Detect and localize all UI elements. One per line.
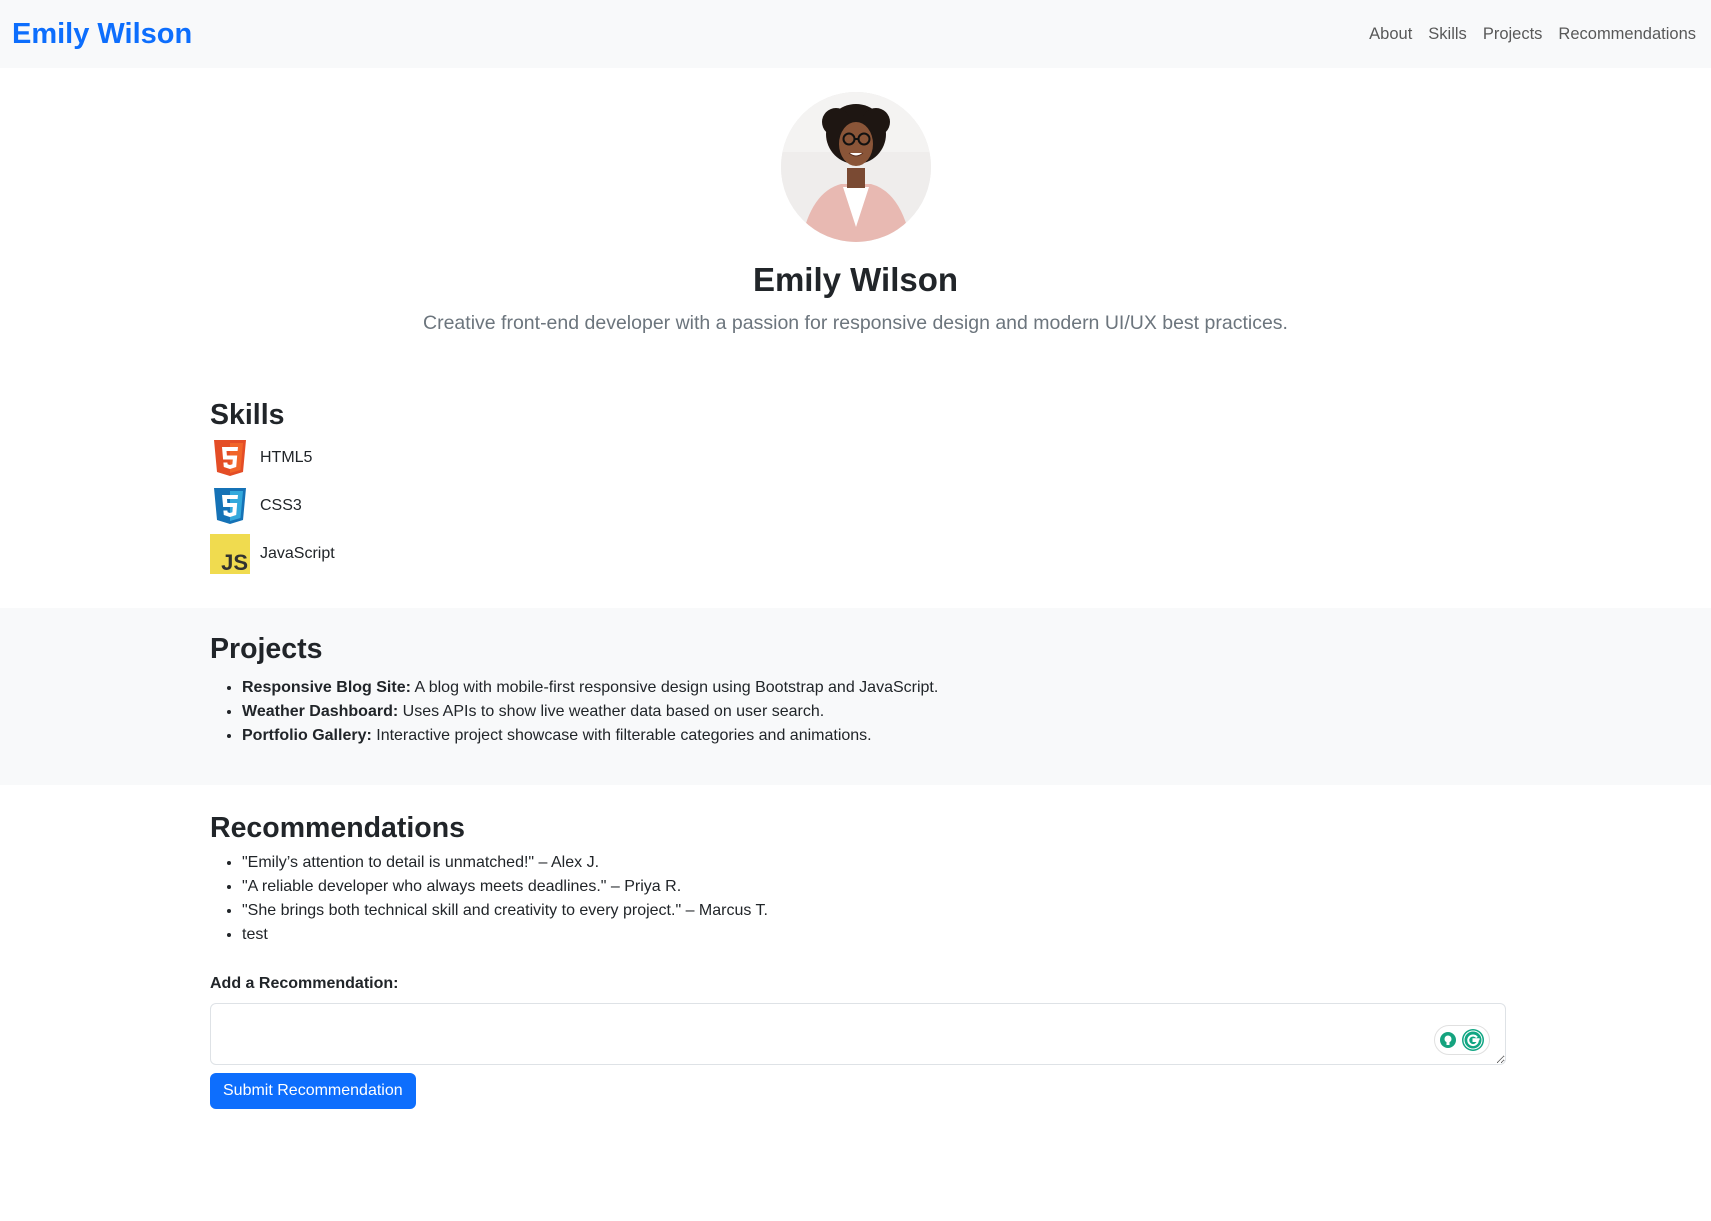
project-title: Portfolio Gallery: <box>242 727 372 745</box>
nav-link-projects[interactable]: Projects <box>1483 25 1543 44</box>
svg-text:JS: JS <box>221 550 248 574</box>
project-desc: A blog with mobile-first responsive desi… <box>410 679 939 697</box>
project-title: Weather Dashboard: <box>242 703 399 721</box>
about-section: Emily Wilson Creative front-end develope… <box>0 92 1711 335</box>
list-item: "She brings both technical skill and cre… <box>242 899 1506 923</box>
project-desc: Uses APIs to show live weather data base… <box>398 703 825 721</box>
css3-icon <box>214 488 246 525</box>
projects-list: Responsive Blog Site: A blog with mobile… <box>210 676 1506 748</box>
project-title: Responsive Blog Site: <box>242 679 411 697</box>
skill-label: HTML5 <box>260 449 313 467</box>
nav-link-skills[interactable]: Skills <box>1428 25 1467 44</box>
skill-label: JavaScript <box>260 545 335 563</box>
projects-section: Projects Responsive Blog Site: A blog wi… <box>210 632 1506 748</box>
skills-heading: Skills <box>210 399 285 431</box>
list-item: Portfolio Gallery: Interactive project s… <box>242 724 1506 748</box>
skill-item-html5: HTML5 <box>210 434 1506 482</box>
list-item: test <box>242 923 1506 947</box>
html5-icon <box>214 440 246 477</box>
projects-heading: Projects <box>210 633 323 665</box>
recommendations-section: Recommendations "Emily’s attention to de… <box>210 811 1506 1110</box>
profile-tagline: Creative front-end developer with a pass… <box>423 311 1288 334</box>
nav-link-about[interactable]: About <box>1369 25 1412 44</box>
skill-item-javascript: JS JavaScript <box>210 530 1506 578</box>
recommendations-list: "Emily’s attention to detail is unmatche… <box>210 851 1506 947</box>
list-item: "Emily’s attention to detail is unmatche… <box>242 851 1506 875</box>
recommendation-form-label: Add a Recommendation: <box>210 975 399 993</box>
recommendation-textarea[interactable] <box>210 1003 1506 1066</box>
list-item: "A reliable developer who always meets d… <box>242 875 1506 899</box>
brand-link[interactable]: Emily Wilson <box>12 18 192 51</box>
recommendation-input-wrap <box>210 1003 1506 1066</box>
javascript-icon: JS <box>210 534 250 575</box>
navbar: Emily Wilson About Skills Projects Recom… <box>0 0 1711 68</box>
lightbulb-icon <box>1440 1032 1456 1049</box>
skill-item-css3: CSS3 <box>210 482 1506 530</box>
list-item: Responsive Blog Site: A blog with mobile… <box>242 676 1506 700</box>
submit-recommendation-button[interactable]: Submit Recommendation <box>210 1073 416 1110</box>
nav-links: About Skills Projects Recommendations <box>1369 25 1696 44</box>
profile-name: Emily Wilson <box>752 261 959 298</box>
recommendations-heading: Recommendations <box>210 812 465 844</box>
grammarly-icon <box>1462 1029 1484 1052</box>
nav-link-recommendations[interactable]: Recommendations <box>1558 25 1696 44</box>
project-desc: Interactive project showcase with filter… <box>371 727 872 745</box>
list-item: Weather Dashboard: Uses APIs to show liv… <box>242 700 1506 724</box>
profile-avatar <box>780 92 931 242</box>
grammarly-widget[interactable] <box>1434 1025 1490 1056</box>
skill-label: CSS3 <box>260 497 302 515</box>
skills-section: Skills HTML5 CSS3 JS JavaScript <box>210 398 1506 578</box>
